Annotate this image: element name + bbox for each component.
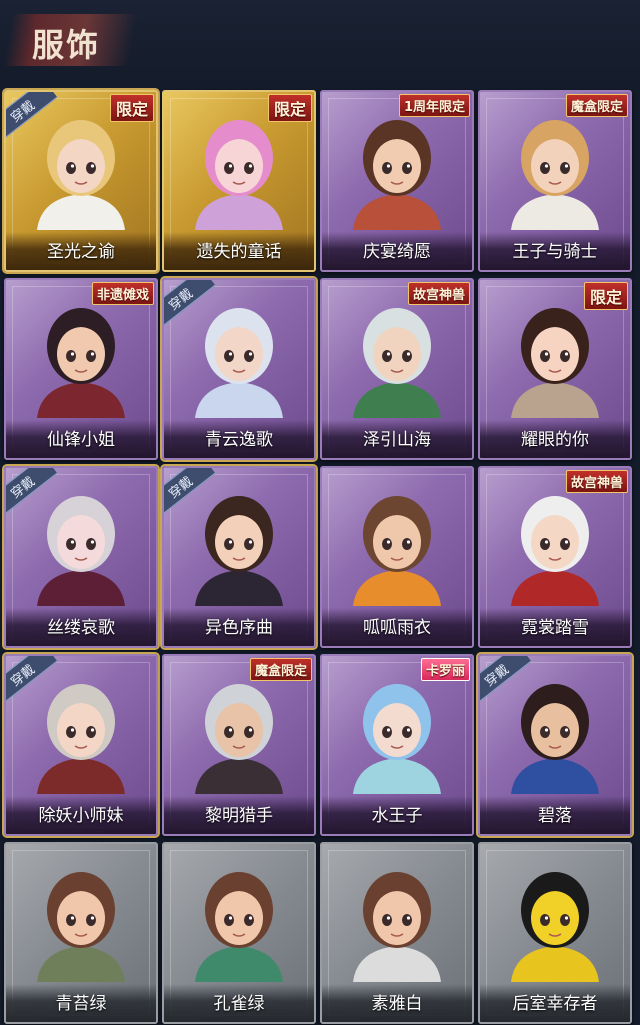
character-portrait (511, 872, 599, 982)
header: 服饰 (0, 0, 640, 88)
character-portrait (195, 120, 283, 230)
costume-card[interactable]: 青苔绿 (4, 842, 158, 1024)
character-portrait (195, 308, 283, 418)
limited-badge: 非遗傩戏 (91, 282, 154, 305)
limited-badge: 卡罗丽 (420, 658, 470, 681)
costume-card[interactable]: 呱呱雨衣 (320, 466, 474, 648)
limited-badge: 限定 (267, 94, 312, 122)
costume-name: 仙锋小姐 (47, 430, 115, 450)
costume-card[interactable]: 圣光之谕 限定 穿戴 (4, 90, 158, 272)
page-title: 服饰 (32, 26, 101, 64)
limited-badge: 魔盒限定 (565, 94, 628, 117)
character-portrait (511, 684, 599, 794)
costume-name: 后室幸存者 (512, 994, 598, 1014)
character-portrait (353, 684, 441, 794)
character-portrait (511, 496, 599, 606)
character-portrait (37, 872, 125, 982)
costume-name: 霓裳踏雪 (521, 618, 589, 638)
costume-card[interactable]: 丝缕哀歌 穿戴 (4, 466, 158, 648)
costume-card[interactable]: 除妖小师妹 穿戴 (4, 654, 158, 836)
costume-name: 孔雀绿 (213, 994, 265, 1014)
costume-name: 碧落 (538, 806, 572, 826)
costume-name: 遗失的童话 (196, 242, 282, 262)
costume-card[interactable]: 素雅白 (320, 842, 474, 1024)
costume-name: 耀眼的你 (521, 430, 589, 450)
character-portrait (195, 496, 283, 606)
character-portrait (353, 120, 441, 230)
costume-card[interactable]: 仙锋小姐 非遗傩戏 (4, 278, 158, 460)
character-portrait (195, 684, 283, 794)
costume-name: 呱呱雨衣 (363, 618, 431, 638)
character-portrait (511, 308, 599, 418)
limited-badge: 限定 (583, 282, 628, 310)
character-portrait (37, 308, 125, 418)
costume-name: 泽引山海 (363, 430, 431, 450)
costume-card[interactable]: 庆宴绮愿 1周年限定 (320, 90, 474, 272)
character-portrait (37, 120, 125, 230)
character-portrait (511, 120, 599, 230)
costume-card[interactable]: 遗失的童话 限定 (162, 90, 316, 272)
costume-name: 青云逸歌 (205, 430, 273, 450)
costume-name: 素雅白 (371, 994, 423, 1014)
costume-card[interactable]: 泽引山海 故宫神兽 (320, 278, 474, 460)
character-portrait (353, 496, 441, 606)
costume-name: 水王子 (371, 806, 423, 826)
costume-card[interactable]: 孔雀绿 (162, 842, 316, 1024)
character-portrait (195, 872, 283, 982)
limited-badge: 限定 (109, 94, 154, 122)
costume-card[interactable]: 黎明猎手 魔盒限定 (162, 654, 316, 836)
limited-badge: 故宫神兽 (565, 470, 628, 493)
costume-card[interactable]: 异色序曲 穿戴 (162, 466, 316, 648)
costume-name: 王子与骑士 (512, 242, 598, 262)
costume-name: 除妖小师妹 (38, 806, 124, 826)
character-portrait (37, 684, 125, 794)
costume-name: 庆宴绮愿 (363, 242, 431, 262)
character-portrait (37, 496, 125, 606)
limited-badge: 1周年限定 (398, 94, 470, 117)
costume-name: 黎明猎手 (205, 806, 273, 826)
costume-card[interactable]: 霓裳踏雪 故宫神兽 (478, 466, 632, 648)
costume-name: 圣光之谕 (47, 242, 115, 262)
character-portrait (353, 308, 441, 418)
costume-name: 青苔绿 (55, 994, 107, 1014)
costume-name: 异色序曲 (205, 618, 273, 638)
costume-card[interactable]: 碧落 穿戴 (478, 654, 632, 836)
costume-card[interactable]: 王子与骑士 魔盒限定 (478, 90, 632, 272)
costume-card[interactable]: 耀眼的你 限定 (478, 278, 632, 460)
limited-badge: 魔盒限定 (249, 658, 312, 681)
costume-card[interactable]: 后室幸存者 (478, 842, 632, 1024)
costume-card[interactable]: 青云逸歌 穿戴 (162, 278, 316, 460)
limited-badge: 故宫神兽 (407, 282, 470, 305)
character-portrait (353, 872, 441, 982)
costume-card[interactable]: 水王子 卡罗丽 (320, 654, 474, 836)
costume-name: 丝缕哀歌 (47, 618, 115, 638)
